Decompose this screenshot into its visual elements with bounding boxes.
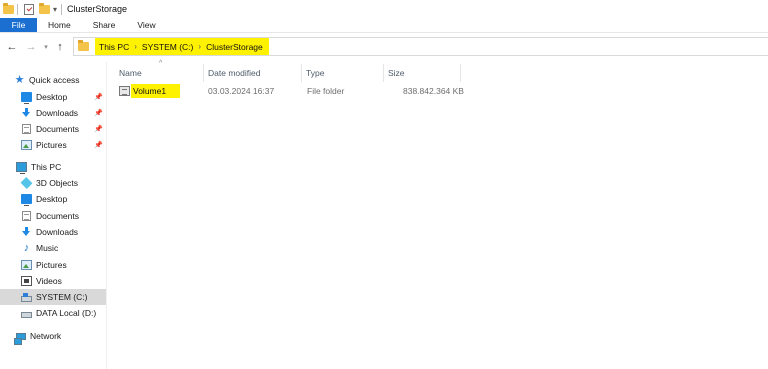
nav-quick-documents[interactable]: Documents 📌	[0, 121, 106, 137]
up-arrow-icon[interactable]: ↑	[53, 41, 67, 53]
nav-label: Pictures	[36, 260, 67, 270]
documents-icon	[22, 124, 31, 134]
nav-downloads[interactable]: Downloads	[0, 224, 106, 240]
3d-objects-icon	[20, 177, 33, 189]
folder-icon	[78, 40, 89, 51]
nav-label: Pictures	[36, 140, 67, 150]
column-header-size[interactable]: Size	[388, 64, 405, 82]
nav-this-pc[interactable]: This PC	[0, 159, 106, 175]
pictures-icon	[21, 260, 32, 270]
videos-icon	[21, 276, 32, 286]
nav-label: Downloads	[36, 227, 79, 237]
breadcrumb-system-c[interactable]: SYSTEM (C:)	[142, 42, 193, 52]
nav-label: Desktop	[36, 92, 68, 102]
address-row: ← → ▾ ↑ This PC › SYSTEM (C:) › ClusterS…	[0, 37, 768, 56]
tab-view[interactable]: View	[126, 18, 166, 32]
breadcrumb-clusterstorage[interactable]: ClusterStorage	[206, 42, 263, 52]
tab-file[interactable]: File	[0, 18, 37, 32]
nav-music[interactable]: ♪ Music	[0, 240, 106, 256]
file-name: Volume1	[131, 84, 181, 98]
ribbon-tabs: File Home Share View	[0, 18, 768, 33]
nav-quick-downloads[interactable]: Downloads 📌	[0, 105, 106, 121]
address-bar[interactable]: This PC › SYSTEM (C:) › ClusterStorage	[73, 37, 768, 56]
nav-label: Downloads	[36, 108, 79, 118]
column-header-date-modified[interactable]: Date modified	[208, 64, 260, 82]
tab-home[interactable]: Home	[37, 18, 82, 32]
documents-icon	[22, 211, 31, 221]
computer-icon	[16, 162, 27, 174]
tab-share[interactable]: Share	[82, 18, 127, 32]
breadcrumb-separator-icon[interactable]: ›	[134, 42, 137, 51]
properties-icon[interactable]	[23, 3, 35, 15]
nav-label: Music	[36, 243, 59, 253]
nav-label: DATA Local (D:)	[36, 308, 97, 318]
nav-documents[interactable]: Documents	[0, 208, 106, 224]
desktop-icon	[21, 194, 32, 206]
nav-3d-objects[interactable]: 3D Objects	[0, 175, 106, 191]
pin-icon[interactable]: 📌	[94, 125, 103, 133]
customize-toolbar-chevron-down-icon[interactable]: ▾	[53, 5, 57, 14]
nav-data-drive[interactable]: DATA Local (D:)	[0, 305, 106, 321]
network-icon	[14, 332, 26, 345]
column-header-name[interactable]: Name	[119, 64, 142, 82]
recent-locations-chevron-down-icon[interactable]: ▾	[41, 43, 51, 51]
back-arrow-icon[interactable]: ←	[5, 41, 19, 53]
data-drive-icon	[21, 311, 32, 318]
nav-network[interactable]: Network	[0, 328, 106, 345]
pin-icon[interactable]: 📌	[94, 141, 103, 149]
title-bar: ▾ ClusterStorage	[0, 0, 768, 18]
nav-desktop[interactable]: Desktop	[0, 191, 106, 207]
breadcrumb-this-pc[interactable]: This PC	[99, 42, 129, 52]
file-size: 838.842.364 KB	[403, 86, 464, 96]
file-date-modified: 03.03.2024 16:37	[208, 86, 275, 96]
forward-arrow-icon[interactable]: →	[24, 41, 38, 53]
file-type: File folder	[307, 86, 345, 96]
nav-label: SYSTEM (C:)	[36, 292, 88, 302]
file-list: ^ Name Date modified Type Size Volume1 0…	[107, 56, 768, 369]
downloads-icon	[21, 227, 32, 237]
music-icon: ♪	[23, 242, 30, 254]
nav-label: Videos	[36, 276, 62, 286]
pin-icon[interactable]: 📌	[94, 109, 103, 117]
window-title: ClusterStorage	[67, 4, 128, 14]
nav-label: Desktop	[36, 194, 68, 204]
folder-icon	[2, 2, 14, 15]
pictures-icon	[21, 140, 32, 150]
nav-label: Quick access	[29, 75, 80, 85]
sort-ascending-icon: ^	[159, 60, 163, 67]
file-name-cell[interactable]: Volume1	[119, 83, 181, 99]
nav-label: Documents	[36, 211, 79, 221]
breadcrumb-separator-icon[interactable]: ›	[198, 42, 201, 51]
downloads-icon	[21, 108, 32, 118]
nav-quick-desktop[interactable]: Desktop 📌	[0, 89, 106, 105]
nav-system-drive[interactable]: SYSTEM (C:)	[0, 289, 106, 305]
column-header-type[interactable]: Type	[306, 64, 324, 82]
star-icon: ★	[14, 74, 25, 86]
nav-quick-pictures[interactable]: Pictures 📌	[0, 137, 106, 153]
nav-label: 3D Objects	[36, 178, 79, 188]
breadcrumb: This PC › SYSTEM (C:) › ClusterStorage	[95, 38, 269, 55]
nav-label: This PC	[31, 162, 62, 172]
pin-icon[interactable]: 📌	[94, 93, 103, 101]
nav-pictures[interactable]: Pictures	[0, 257, 106, 273]
navigation-pane: ★ Quick access Desktop 📌 Downloads 📌 Doc…	[0, 62, 106, 369]
desktop-icon	[21, 92, 32, 104]
table-row[interactable]: Volume1 03.03.2024 16:37 File folder 838…	[119, 83, 464, 99]
nav-label: Network	[30, 331, 62, 341]
folder-icon	[119, 86, 130, 96]
nav-label: Documents	[36, 124, 79, 134]
system-drive-icon	[21, 292, 32, 302]
nav-quick-access[interactable]: ★ Quick access	[0, 72, 106, 88]
new-folder-icon[interactable]	[38, 2, 50, 15]
nav-videos[interactable]: Videos	[0, 273, 106, 289]
